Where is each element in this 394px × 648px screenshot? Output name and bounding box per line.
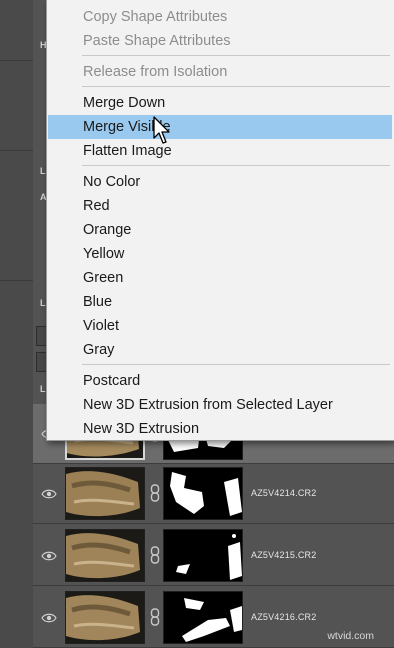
menu-item-copy-shape-attributes[interactable]: Copy Shape Attributes	[48, 5, 392, 29]
menu-item-paste-shape-attributes[interactable]: Paste Shape Attributes	[48, 29, 392, 53]
menu-separator	[82, 165, 390, 166]
menu-item-red[interactable]: Red	[48, 194, 392, 218]
menu-separator	[82, 55, 390, 56]
menu-item-new-3d-extrusion-from-selected-layer[interactable]: New 3D Extrusion from Selected Layer	[48, 393, 392, 417]
layer-mask-thumbnail[interactable]	[163, 591, 243, 644]
strip-divider	[0, 60, 33, 61]
layer-thumbnail[interactable]	[65, 529, 145, 582]
tools-strip	[0, 0, 33, 648]
strip-divider	[0, 150, 33, 151]
menu-separator	[82, 364, 390, 365]
menu-item-green[interactable]: Green	[48, 266, 392, 290]
eye-icon[interactable]	[41, 548, 57, 564]
layer-row[interactable]: AZ5V4215.CR2	[33, 526, 394, 586]
mouse-pointer-icon	[153, 116, 170, 144]
layer-row[interactable]: AZ5V4214.CR2	[33, 464, 394, 524]
watermark: wtvid.com	[327, 630, 374, 642]
menu-item-release-from-isolation[interactable]: Release from Isolation	[48, 60, 392, 84]
eye-icon[interactable]	[41, 610, 57, 626]
menu-item-no-color[interactable]: No Color	[48, 170, 392, 194]
panel-tab-letter: L	[40, 298, 46, 308]
menu-item-yellow[interactable]: Yellow	[48, 242, 392, 266]
menu-item-blue[interactable]: Blue	[48, 290, 392, 314]
strip-divider	[0, 280, 33, 281]
menu-item-postcard[interactable]: Postcard	[48, 369, 392, 393]
layer-name: AZ5V4216.CR2	[251, 612, 317, 622]
menu-item-merge-visible[interactable]: Merge Visible	[48, 115, 392, 139]
menu-item-merge-down[interactable]: Merge Down	[48, 91, 392, 115]
menu-item-orange[interactable]: Orange	[48, 218, 392, 242]
menu-item-new-3d-extrusion[interactable]: New 3D Extrusion	[48, 417, 392, 441]
eye-icon[interactable]	[41, 486, 57, 502]
panel-tab-letter: L	[40, 166, 46, 176]
menu-item-flatten-image[interactable]: Flatten Image	[48, 139, 392, 163]
link-chain-icon[interactable]	[150, 484, 160, 502]
layer-mask-thumbnail[interactable]	[163, 529, 243, 582]
panel-tab-letter: L	[40, 384, 46, 394]
layer-name: AZ5V4215.CR2	[251, 550, 317, 560]
link-chain-icon[interactable]	[150, 608, 160, 626]
layer-thumbnail[interactable]	[65, 467, 145, 520]
layer-thumbnail[interactable]	[65, 591, 145, 644]
link-chain-icon[interactable]	[150, 546, 160, 564]
layer-name: AZ5V4214.CR2	[251, 488, 317, 498]
layer-mask-thumbnail[interactable]	[163, 467, 243, 520]
menu-item-gray[interactable]: Gray	[48, 338, 392, 362]
menu-item-violet[interactable]: Violet	[48, 314, 392, 338]
menu-separator	[82, 86, 390, 87]
layer-context-menu: Copy Shape Attributes Paste Shape Attrib…	[46, 0, 394, 441]
